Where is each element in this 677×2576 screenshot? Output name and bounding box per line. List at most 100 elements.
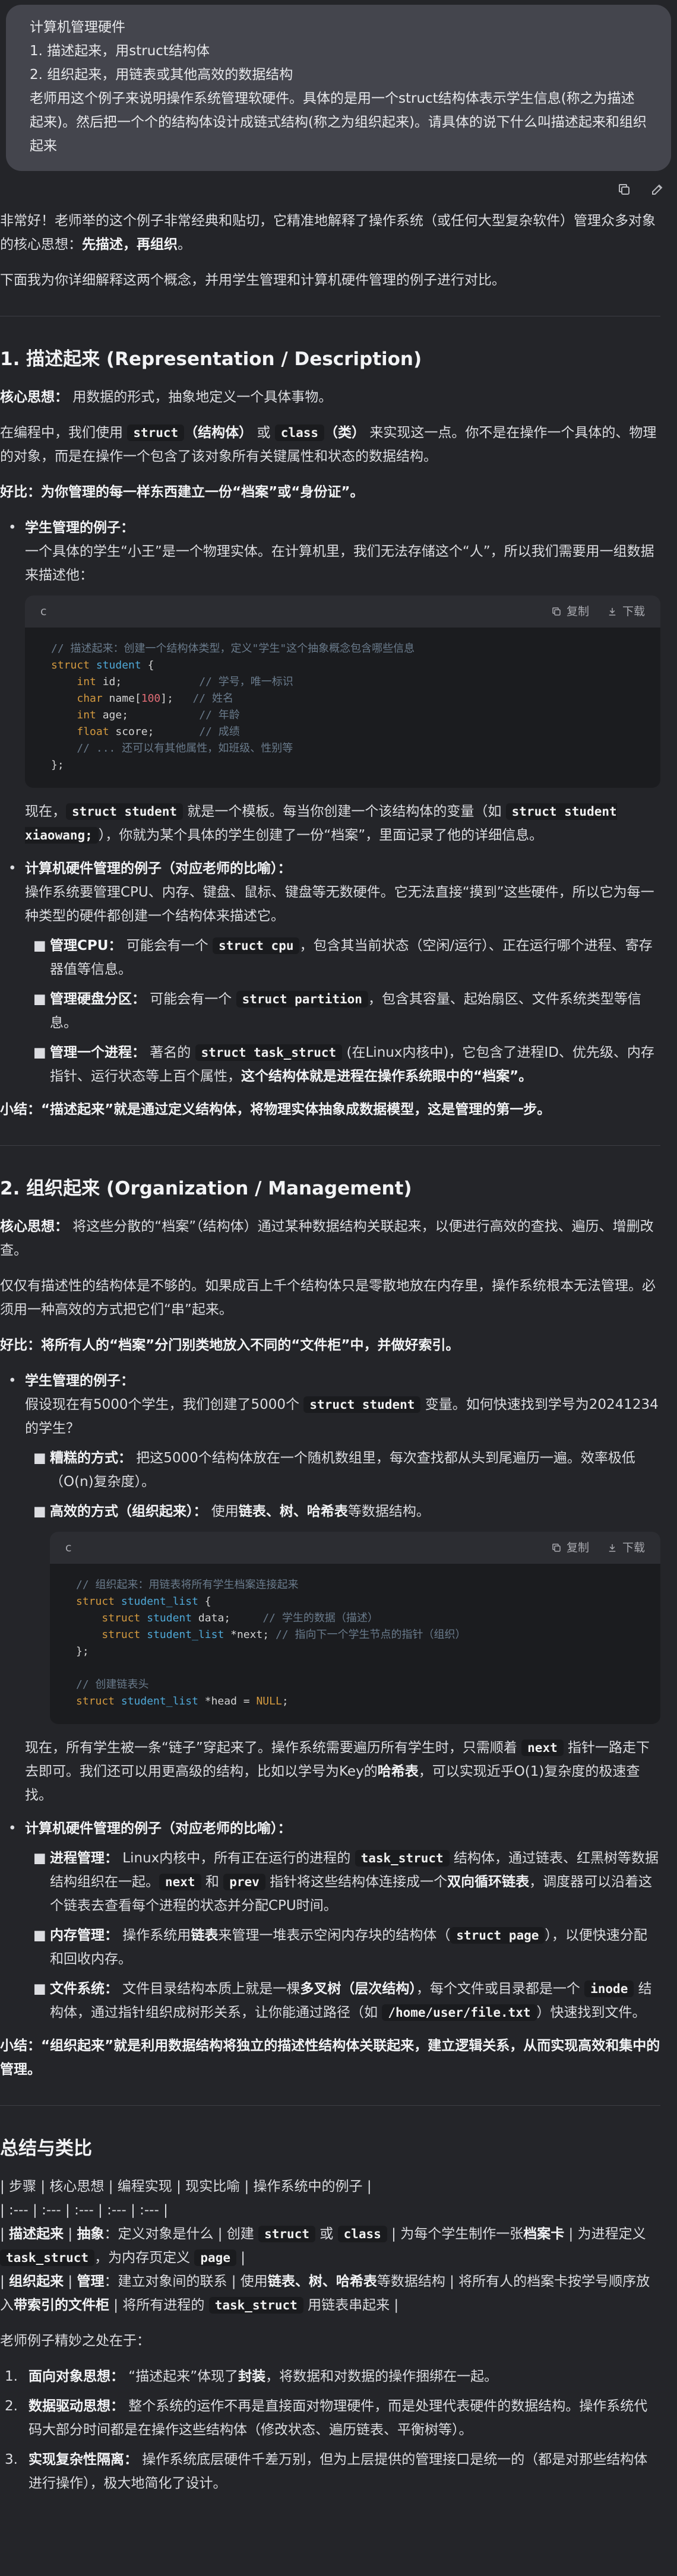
user-line: 1. 描述起来，用struct结构体 bbox=[30, 43, 210, 59]
inline-code: prev bbox=[223, 1874, 265, 1890]
intro-paragraph: 非常好！老师举的这个例子非常经典和贴切，它精准地解释了操作系统（或任何大型复杂软… bbox=[0, 209, 660, 256]
download-label: 下载 bbox=[622, 1541, 645, 1554]
bold-text: 这个结构体就是进程在操作系统眼中的“档案”。 bbox=[241, 1069, 533, 1084]
list-text: 一个具体的学生“小王”是一个物理实体。在计算机里，我们无法存储这个“人”，所以我… bbox=[25, 544, 654, 583]
text: | 为每个学生制作一张 bbox=[387, 2226, 524, 2242]
bold-text: 档案卡 bbox=[523, 2226, 565, 2242]
code-line: // 创建链表头 bbox=[76, 1678, 149, 1691]
inline-code: next bbox=[159, 1874, 201, 1890]
text: | bbox=[236, 2250, 246, 2266]
table-line: | 步骤 | 核心思想 | 编程实现 | 现实比喻 | 操作系统中的例子 | bbox=[0, 2179, 372, 2194]
text: ，每个文件或目录都是一个 bbox=[416, 1981, 585, 1997]
sub-label: 进程管理： bbox=[50, 1851, 118, 1866]
bullet: ■ bbox=[33, 1504, 46, 1519]
bullet: ■ bbox=[33, 1450, 46, 1466]
text: | bbox=[64, 2274, 77, 2289]
bullet: ■ bbox=[33, 1928, 46, 1943]
text: 现在，所有学生被一条“链子”穿起来了。操作系统需要遍历所有学生时，只需顺着 bbox=[25, 1740, 522, 1756]
sub-list-item: ■ 进程管理： Linux内核中，所有正在运行的进程的 task_struct … bbox=[25, 1846, 660, 1918]
list-title: 学生管理的例子： bbox=[25, 1373, 134, 1389]
bullet: • bbox=[8, 1821, 17, 1836]
download-code-button[interactable]: 下载 bbox=[607, 600, 645, 623]
text: ，为内存页定义 bbox=[94, 2250, 195, 2266]
chat-page: 计算机管理硬件 1. 描述起来，用struct结构体 2. 组织起来，用链表或其… bbox=[0, 0, 677, 2525]
inline-code: task_struct bbox=[355, 1850, 450, 1867]
user-line: 2. 组织起来，用链表或其他高效的数据结构 bbox=[30, 67, 293, 83]
list-item: • 计算机硬件管理的例子（对应老师的比喻）： 操作系统要管理CPU、内存、键盘、… bbox=[0, 857, 660, 1088]
list-text: 操作系统要管理CPU、内存、键盘、鼠标、键盘等无数硬件。它无法直接“摸到”这些硬… bbox=[25, 885, 654, 924]
inline-code: struct cpu bbox=[213, 937, 300, 954]
code-toolbar: c 复制 下载 bbox=[25, 595, 660, 628]
bullet: ■ bbox=[33, 1981, 46, 1997]
analogy: 好比：为你管理的每一样东西建立一份“档案”或“身份证”。 bbox=[0, 480, 660, 504]
bullet: • bbox=[8, 861, 17, 876]
paragraph: 在编程中，我们使用 struct （结构体） 或 class （类） 来实现这一点。… bbox=[0, 421, 660, 468]
bold-text: 封装 bbox=[238, 2369, 266, 2384]
copy-code-button[interactable]: 复制 bbox=[551, 600, 589, 623]
intro-paragraph-2: 下面我为你详细解释这两个概念，并用学生管理和计算机硬件管理的例子进行对比。 bbox=[0, 273, 505, 288]
download-code-button[interactable]: 下载 bbox=[607, 1536, 645, 1560]
intro-bold: 先描述，再组织 bbox=[82, 237, 178, 252]
inline-code: struct partition bbox=[236, 991, 368, 1007]
download-label: 下载 bbox=[622, 605, 645, 618]
text: 指针将这些结构体连接成一个 bbox=[265, 1874, 448, 1890]
code-line: struct student_list { bbox=[76, 1595, 211, 1608]
core-idea: 核心思想： 将这些分散的“档案”（结构体）通过某种数据结构关联起来，以便进行高效… bbox=[0, 1215, 660, 1262]
message-actions bbox=[0, 171, 677, 203]
analogy: 好比：将所有人的“档案”分门别类地放入不同的“文件柜”中，并做好索引。 bbox=[0, 1333, 660, 1357]
code-block: c 复制 下载 // 组织起来：用链表将所有学生档案连接起来 struct st… bbox=[50, 1532, 660, 1724]
sub-label: 高效的方式（组织起来）： bbox=[50, 1504, 207, 1519]
copy-label: 复制 bbox=[566, 605, 589, 618]
text: 或 bbox=[315, 2226, 338, 2242]
summary-text: 小结：“描述起来”就是通过定义结构体，将物理实体抽象成数据模型，这是管理的第一步… bbox=[0, 1102, 551, 1117]
copy-icon[interactable] bbox=[615, 180, 633, 198]
inline-code: task_struct bbox=[208, 2297, 303, 2314]
numbered-item: 1. 面向对象思想： “描述起来”体现了封装，将数据和对数据的操作捆绑在一起。 bbox=[0, 2365, 660, 2388]
numbered-item: 3. 实现复杂性隔离： 操作系统底层硬件千差万别，但为上层提供的管理接口是统一的… bbox=[0, 2448, 660, 2495]
core-text: 用数据的形式，抽象地定义一个具体事物。 bbox=[68, 389, 333, 405]
bullet: • bbox=[8, 1373, 17, 1389]
text: 可能会有一个 bbox=[145, 991, 236, 1007]
bold-text: 管理 bbox=[77, 2274, 105, 2289]
bold-text: 描述起来 bbox=[9, 2226, 64, 2242]
text: 等数据结构。 bbox=[347, 1504, 430, 1519]
list-title: 计算机硬件管理的例子（对应老师的比喻）： bbox=[25, 861, 292, 876]
sub-list-item: ■ 管理一个进程： 著名的 struct task_struct (在Linux… bbox=[25, 1041, 660, 1088]
inline-code: struct task_struct bbox=[195, 1044, 343, 1061]
text: ，将数据和对数据的操作捆绑在一起。 bbox=[265, 2369, 498, 2384]
analogy-text: 好比：将所有人的“档案”分门别类地放入不同的“文件柜”中，并做好索引。 bbox=[0, 1338, 460, 1353]
sub-label: 文件系统： bbox=[50, 1981, 118, 1997]
code-toolbar: c 复制 下载 bbox=[50, 1532, 660, 1564]
code-line: struct student_list *next; // 指向下一个学生节点的… bbox=[102, 1628, 466, 1641]
sub-list-item: ■ 管理CPU： 可能会有一个 struct cpu ，包含其当前状态（空闲/运行… bbox=[25, 934, 660, 981]
sub-list-item: ■ 高效的方式（组织起来）： 使用链表、树、哈希表等数据结构。 c 复制 下载 … bbox=[25, 1500, 660, 1724]
table-row: | 组织起来 | 管理：建立对象间的联系 | 使用链表、树、哈希表等数据结构 |… bbox=[0, 2274, 650, 2314]
core-text: 将这些分散的“档案”（结构体）通过某种数据结构关联起来，以便进行高效的查找、遍历… bbox=[0, 1219, 654, 1258]
section-heading: 1. 描述起来 (Representation / Description) bbox=[0, 348, 422, 370]
item-label: 面向对象思想： bbox=[29, 2369, 124, 2384]
download-icon bbox=[609, 608, 616, 616]
sub-list-item: ■ 文件系统： 文件目录结构本质上就是一棵多叉树（层次结构），每个文件或目录都是… bbox=[25, 1977, 660, 2024]
inline-code: struct bbox=[258, 2226, 315, 2242]
core-label: 核心思想： bbox=[0, 389, 68, 405]
section-summary: 小结：“组织起来”就是利用数据结构将独立的描述性结构体关联起来，建立逻辑关系，从… bbox=[0, 2034, 660, 2081]
copy-code-button[interactable]: 复制 bbox=[551, 1536, 589, 1560]
code-block: c 复制 下载 // 描述起来：创建一个结构体类型，定义"学生"这个抽象概念包含… bbox=[25, 595, 660, 788]
text: ：定义对象是什么 | 创建 bbox=[104, 2226, 259, 2242]
copy-icon bbox=[552, 607, 561, 616]
assistant-answer: 非常好！老师举的这个例子非常经典和贴切，它精准地解释了操作系统（或任何大型复杂软… bbox=[0, 203, 677, 2495]
section-summary: 小结：“描述起来”就是通过定义结构体，将物理实体抽象成数据模型，这是管理的第一步… bbox=[0, 1098, 660, 1121]
text: 和 bbox=[201, 1874, 224, 1890]
table-line: | :--- | :--- | :--- | :--- | :--- | bbox=[0, 2203, 168, 2218]
bullet: ■ bbox=[33, 1045, 46, 1060]
user-message: 计算机管理硬件 1. 描述起来，用struct结构体 2. 组织起来，用链表或其… bbox=[0, 0, 677, 171]
paragraph: 现在， struct student 就是一个模板。每当你创建一个该结构体的变量（… bbox=[25, 800, 660, 847]
user-line: 老师用这个例子来说明操作系统管理软硬件。具体的是用一个struct结构体表示学生… bbox=[30, 91, 647, 154]
user-bubble: 计算机管理硬件 1. 描述起来，用struct结构体 2. 组织起来，用链表或其… bbox=[6, 5, 671, 171]
paragraph: 现在，所有学生被一条“链子”穿起来了。操作系统需要遍历所有学生时，只需顺着 ne… bbox=[25, 1736, 660, 1807]
list-title: 学生管理的例子： bbox=[25, 520, 134, 536]
download-icon bbox=[609, 1544, 616, 1552]
edit-icon[interactable] bbox=[648, 180, 666, 198]
inline-code: struct bbox=[127, 424, 185, 441]
table-row: | 描述起来 | 抽象：定义对象是什么 | 创建 struct 或 class … bbox=[0, 2226, 646, 2266]
